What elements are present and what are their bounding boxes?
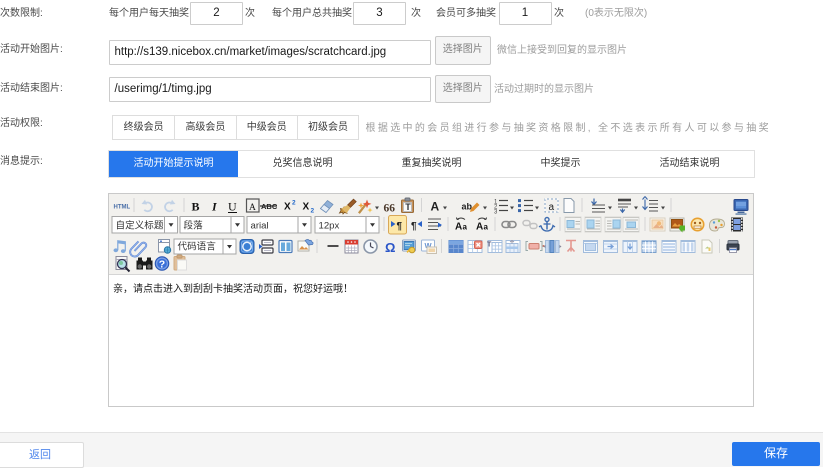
svg-text:12px: 12px [319,221,340,232]
svg-text:I: I [211,200,218,214]
svg-text:段落: 段落 [184,220,204,232]
svg-text:A: A [249,203,256,213]
svg-text:2: 2 [311,208,315,215]
svg-text:¶: ¶ [411,221,417,232]
svg-text:?: ? [159,259,165,271]
svg-text:a: a [463,223,468,232]
svg-text:T: T [405,202,411,212]
svg-text:HTML: HTML [114,205,131,211]
svg-text:X: X [284,202,291,213]
svg-text:66: 66 [384,203,396,215]
svg-text:A: A [476,222,483,233]
svg-text:¶: ¶ [397,221,403,232]
svg-text:2: 2 [292,200,296,207]
svg-text:3: 3 [494,210,498,216]
svg-text:X: X [303,202,310,213]
svg-text:arial: arial [251,221,269,232]
svg-text:A: A [431,200,440,214]
svg-text:自定义标题: 自定义标题 [116,220,164,232]
svg-text:Ω: Ω [385,240,395,255]
svg-text:代码语言: 代码语言 [178,241,217,253]
svg-text:A: A [455,222,462,233]
svg-text:a: a [484,223,489,232]
svg-text:U: U [228,200,237,214]
svg-text:B: B [192,200,200,214]
svg-text:T: T [487,242,492,249]
svg-text:a: a [549,202,555,213]
